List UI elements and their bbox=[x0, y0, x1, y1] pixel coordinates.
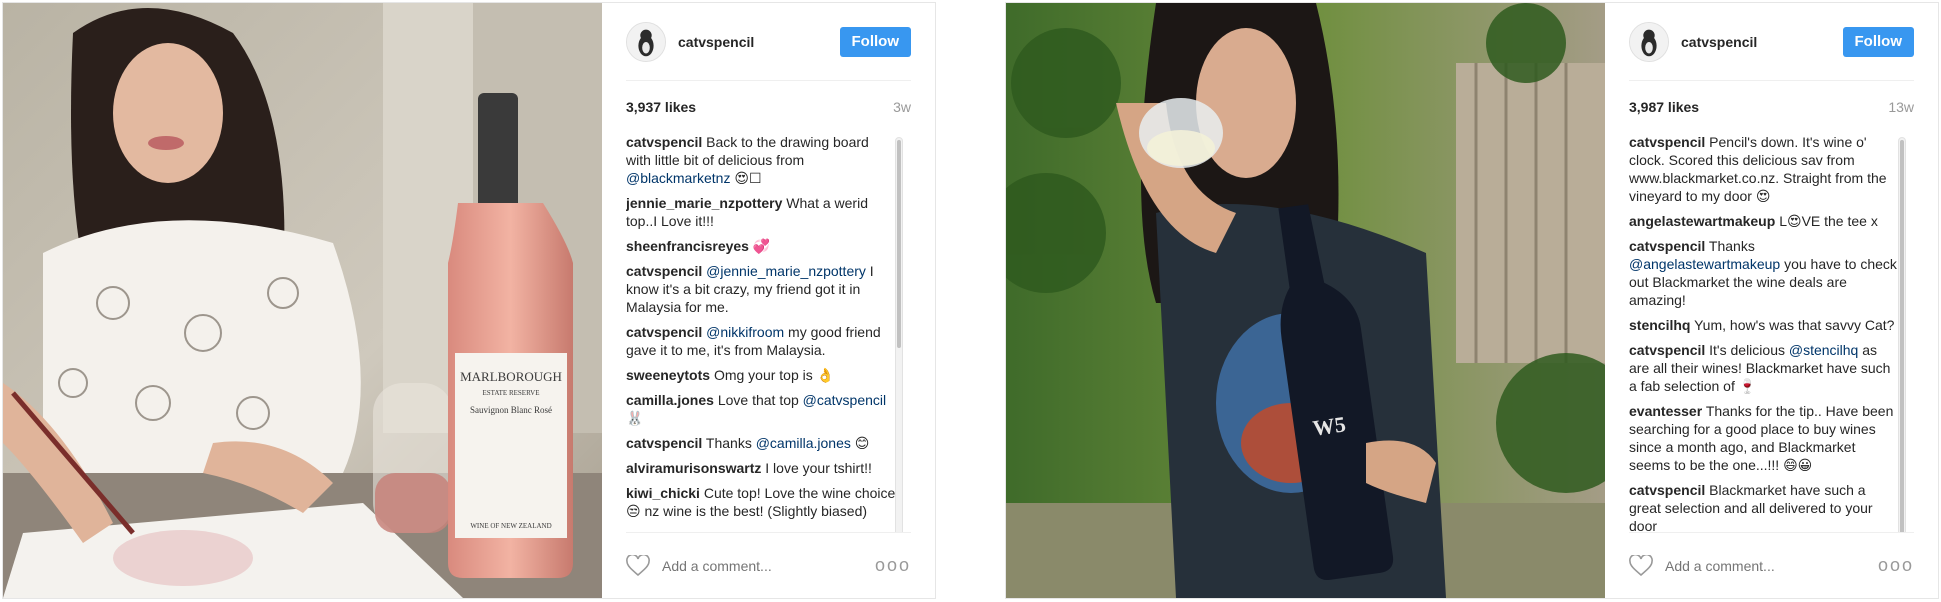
post-meta: 3,987 likes 13w bbox=[1629, 81, 1914, 133]
scrollbar-thumb[interactable] bbox=[1900, 140, 1904, 532]
avatar[interactable] bbox=[626, 21, 666, 62]
comment-username[interactable]: catvspencil bbox=[626, 134, 702, 150]
add-comment-input[interactable] bbox=[662, 557, 875, 574]
post-sidebar: catvspencil Follow 3,987 likes 13w catvs… bbox=[1605, 3, 1938, 598]
comment-mention[interactable]: @angelastewartmakeup bbox=[1629, 256, 1780, 272]
comment-username[interactable]: catvspencil bbox=[626, 324, 702, 340]
comments-scrollbar[interactable] bbox=[1898, 137, 1906, 532]
comment-text: Thanks bbox=[705, 435, 756, 451]
username[interactable]: catvspencil bbox=[678, 34, 840, 50]
comment-mention[interactable]: @catvspencil bbox=[803, 392, 886, 408]
add-comment-bar: ooo bbox=[1629, 532, 1914, 598]
comment-item: catvspencil Pencil's down. It's wine o' … bbox=[1629, 133, 1900, 205]
bottle-label-wine: Sauvignon Blanc Rosé bbox=[470, 405, 552, 415]
photo-woman-drinking-wine: W5 bbox=[1006, 3, 1605, 598]
comment-username[interactable]: catvspencil bbox=[1629, 238, 1705, 254]
comment-mention[interactable]: @jennie_marie_nzpottery bbox=[706, 263, 866, 279]
comment-item: camilla.jones Love that top @catvspencil… bbox=[626, 391, 897, 427]
comment-text: L😍VE the tee x bbox=[1779, 213, 1878, 229]
comment-text: Yum, how's was that savvy Cat? bbox=[1694, 317, 1895, 333]
comment-item: alviramurisonswartz I love your tshirt!! bbox=[626, 459, 897, 477]
comment-username[interactable]: catvspencil bbox=[1629, 342, 1705, 358]
comment-mention[interactable]: @stencilhq bbox=[1789, 342, 1858, 358]
follow-button[interactable]: Follow bbox=[839, 26, 911, 57]
avatar[interactable] bbox=[1629, 21, 1669, 62]
add-comment-input[interactable] bbox=[1665, 557, 1878, 574]
comment-item: catvspencil @nikkifroom my good friend g… bbox=[626, 323, 897, 359]
comment-username[interactable]: alviramurisonswartz bbox=[626, 460, 761, 476]
comment-item: catvspencil @jennie_marie_nzpottery I kn… bbox=[626, 262, 897, 316]
comment-item: stencilhq Yum, how's was that savvy Cat? bbox=[1629, 316, 1900, 334]
comment-item: evantesser Thanks for the tip.. Have bee… bbox=[1629, 402, 1900, 474]
comments-scrollbar[interactable] bbox=[895, 137, 903, 532]
add-comment-bar: ooo bbox=[626, 532, 911, 598]
comment-text: I love your tshirt!! bbox=[765, 460, 872, 476]
comment-text: 🐰 bbox=[626, 410, 644, 426]
comment-item: catvspencil It's delicious @stencilhq as… bbox=[1629, 341, 1900, 395]
comment-username[interactable]: sweeneytots bbox=[626, 367, 710, 383]
comment-item: sheenfrancisreyes 💞 bbox=[626, 237, 897, 255]
comment-username[interactable]: catvspencil bbox=[626, 435, 702, 451]
post-card: MARLBOROUGH ESTATE RESERVE Sauvignon Bla… bbox=[2, 2, 936, 599]
bottle-label-sub: ESTATE RESERVE bbox=[482, 389, 539, 397]
comment-mention[interactable]: @nikkifroom bbox=[706, 324, 784, 340]
more-options-icon[interactable]: ooo bbox=[875, 555, 911, 576]
comment-mention[interactable]: @blackmarketnz bbox=[626, 170, 730, 186]
post-photo[interactable]: W5 bbox=[1006, 3, 1605, 598]
follow-button[interactable]: Follow bbox=[1842, 26, 1914, 57]
photo-woman-drawing-with-wine: MARLBOROUGH ESTATE RESERVE Sauvignon Bla… bbox=[3, 3, 602, 598]
heart-icon[interactable] bbox=[626, 554, 650, 577]
likes-count[interactable]: 3,937 likes bbox=[626, 99, 696, 115]
comment-text: Omg your top is 👌 bbox=[713, 367, 835, 383]
post-age[interactable]: 13w bbox=[1888, 99, 1914, 115]
likes-count[interactable]: 3,987 likes bbox=[1629, 99, 1699, 115]
comments-list: catvspencil Pencil's down. It's wine o' … bbox=[1629, 133, 1914, 532]
comment-item: kiwi_chicki Cute top! Love the wine choi… bbox=[626, 484, 897, 520]
post-header: catvspencil Follow bbox=[1629, 3, 1914, 81]
comment-username[interactable]: angelastewartmakeup bbox=[1629, 213, 1775, 229]
comment-mention[interactable]: @camilla.jones bbox=[756, 435, 851, 451]
comment-username[interactable]: jennie_marie_nzpottery bbox=[626, 195, 782, 211]
comment-username[interactable]: evantesser bbox=[1629, 403, 1702, 419]
bottle-label-foot: WINE OF NEW ZEALAND bbox=[470, 522, 551, 530]
comment-item: catvspencil Back to the drawing board wi… bbox=[626, 133, 897, 187]
comment-item: angelastewartmakeup L😍VE the tee x bbox=[1629, 212, 1900, 230]
comments-list: catvspencil Back to the drawing board wi… bbox=[626, 133, 911, 532]
post-card: W5 catvspencil Follow 3,987 likes 13w ca… bbox=[1005, 2, 1939, 599]
comment-username[interactable]: catvspencil bbox=[1629, 482, 1705, 498]
comment-text: Love that top bbox=[717, 392, 803, 408]
comment-item: sweeneytots Omg your top is 👌 bbox=[626, 366, 897, 384]
comment-item: catvspencil Thanks @camilla.jones 😊 bbox=[626, 434, 897, 452]
bottle-label: W5 bbox=[1311, 411, 1347, 440]
bottle-label-title: MARLBOROUGH bbox=[460, 369, 562, 384]
comment-item: catvspencil Blackmarket have such a grea… bbox=[1629, 481, 1900, 532]
post-meta: 3,937 likes 3w bbox=[626, 81, 911, 133]
username[interactable]: catvspencil bbox=[1681, 34, 1843, 50]
post-header: catvspencil Follow bbox=[626, 3, 911, 81]
comment-username[interactable]: catvspencil bbox=[1629, 134, 1705, 150]
comment-text: It's delicious bbox=[1709, 342, 1789, 358]
scrollbar-thumb[interactable] bbox=[897, 140, 901, 348]
heart-icon[interactable] bbox=[1629, 554, 1653, 577]
comment-username[interactable]: catvspencil bbox=[626, 263, 702, 279]
comment-item: jennie_marie_nzpottery What a werid top.… bbox=[626, 194, 897, 230]
comment-username[interactable]: sheenfrancisreyes bbox=[626, 238, 749, 254]
more-options-icon[interactable]: ooo bbox=[1878, 555, 1914, 576]
comment-text: 😊 bbox=[850, 435, 870, 451]
comment-text: 😍☐ bbox=[730, 170, 762, 186]
comment-username[interactable]: camilla.jones bbox=[626, 392, 714, 408]
post-sidebar: catvspencil Follow 3,937 likes 3w catvsp… bbox=[602, 3, 935, 598]
comment-text: Thanks bbox=[1708, 238, 1755, 254]
comment-text: 💞 bbox=[752, 238, 771, 254]
comment-item: catvspencil Thanks @angelastewartmakeup … bbox=[1629, 237, 1900, 309]
post-age[interactable]: 3w bbox=[893, 99, 911, 115]
comment-username[interactable]: kiwi_chicki bbox=[626, 485, 700, 501]
comment-username[interactable]: stencilhq bbox=[1629, 317, 1690, 333]
post-photo[interactable]: MARLBOROUGH ESTATE RESERVE Sauvignon Bla… bbox=[3, 3, 602, 598]
